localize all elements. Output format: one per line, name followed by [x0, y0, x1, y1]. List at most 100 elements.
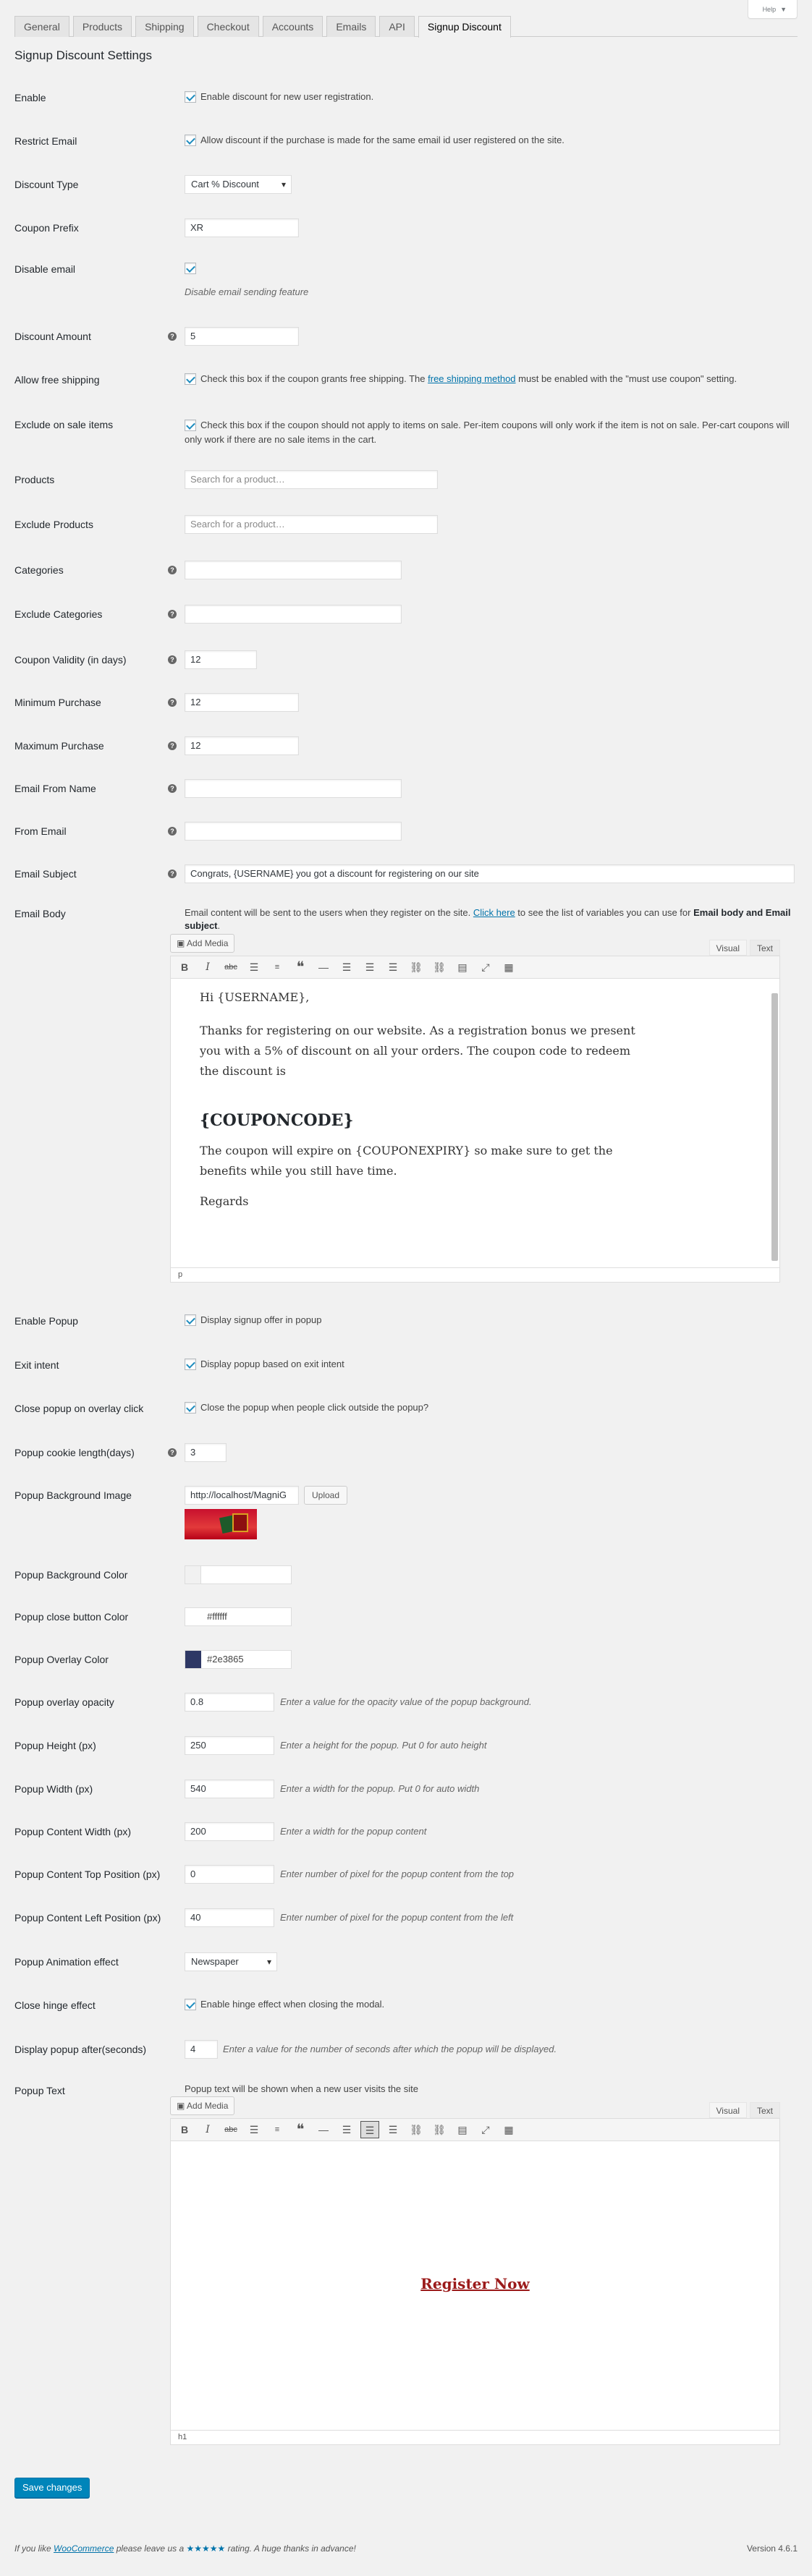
align-right-icon[interactable]: ☰ [384, 2121, 402, 2138]
numbered-list-icon[interactable]: ≡ [268, 2121, 287, 2138]
align-center-icon[interactable]: ☰ [360, 958, 379, 976]
coupon-prefix-input[interactable]: XR [185, 218, 299, 237]
align-center-icon[interactable]: ☰ [360, 2121, 379, 2138]
fullscreen-icon[interactable]: ⤢ [476, 2121, 495, 2138]
tab-general[interactable]: General [14, 16, 69, 37]
hinge-checkbox[interactable] [185, 1998, 196, 2010]
close-color-picker[interactable]: #ffffff [185, 1607, 292, 1626]
upload-button[interactable]: Upload [304, 1486, 348, 1505]
strikethrough-icon[interactable]: abc [221, 2121, 240, 2138]
toolbar-toggle-icon[interactable]: ▦ [499, 2121, 518, 2138]
woocommerce-link[interactable]: WooCommerce [54, 2543, 114, 2554]
enable-checkbox[interactable] [185, 90, 196, 103]
align-left-icon[interactable]: ☰ [337, 958, 356, 976]
email-body-content[interactable]: Hi {USERNAME}, Thanks for registering on… [170, 979, 780, 1268]
align-left-icon[interactable]: ☰ [337, 2121, 356, 2138]
popup-height-input[interactable]: 250 [185, 1736, 274, 1755]
cookie-length-input[interactable]: 3 [185, 1443, 227, 1462]
fullscreen-icon[interactable]: ⤢ [476, 958, 495, 976]
products-search-input[interactable]: Search for a product… [185, 470, 438, 489]
bg-color-picker[interactable] [185, 1565, 292, 1584]
variables-link[interactable]: Click here [473, 907, 515, 918]
add-media-button[interactable]: ▣ Add Media [170, 2096, 235, 2115]
help-tip-icon[interactable]: ? [168, 870, 177, 878]
blockquote-icon[interactable]: ❝ [291, 958, 310, 976]
add-media-button[interactable]: ▣ Add Media [170, 934, 235, 953]
help-tip-icon[interactable]: ? [168, 741, 177, 750]
animation-select[interactable]: Newspaper [185, 1952, 277, 1971]
strikethrough-icon[interactable]: abc [221, 958, 240, 976]
coupon-validity-input[interactable]: 12 [185, 650, 257, 669]
email-from-name-input[interactable] [185, 779, 402, 798]
align-right-icon[interactable]: ☰ [384, 958, 402, 976]
bullet-list-icon[interactable]: ☰ [245, 2121, 263, 2138]
overlay-color-picker[interactable]: #2e3865 [185, 1650, 292, 1669]
tab-api[interactable]: API [379, 16, 415, 37]
help-tip-icon[interactable]: ? [168, 610, 177, 619]
visual-tab[interactable]: Visual [709, 2102, 747, 2118]
overlay-opacity-input[interactable]: 0.8 [185, 1693, 274, 1712]
help-tip-icon[interactable]: ? [168, 566, 177, 574]
categories-input[interactable] [185, 561, 402, 579]
minimum-purchase-input[interactable]: 12 [185, 693, 299, 712]
popup-height-desc: Enter a height for the popup. Put 0 for … [280, 1740, 487, 1751]
read-more-icon[interactable]: ▤ [453, 958, 472, 976]
animation-value: Newspaper [191, 1956, 239, 1967]
horizontal-line-icon[interactable]: — [314, 2121, 333, 2138]
tab-emails[interactable]: Emails [326, 16, 376, 37]
horizontal-line-icon[interactable]: — [314, 958, 333, 976]
bold-icon[interactable]: B [175, 958, 194, 976]
exit-intent-checkbox[interactable] [185, 1358, 196, 1370]
free-shipping-checkbox[interactable] [185, 373, 196, 385]
display-after-input[interactable]: 4 [185, 2040, 218, 2059]
help-tip-icon[interactable]: ? [168, 698, 177, 707]
link-icon[interactable]: ⛓ [407, 2121, 426, 2138]
italic-icon[interactable]: I [198, 2121, 217, 2138]
bg-image-url-input[interactable]: http://localhost/MagniG [185, 1486, 299, 1505]
help-tip-icon[interactable]: ? [168, 1448, 177, 1457]
scrollbar[interactable] [771, 993, 778, 1261]
bullet-list-icon[interactable]: ☰ [245, 958, 263, 976]
free-shipping-link[interactable]: free shipping method [428, 373, 515, 384]
popup-width-input[interactable]: 540 [185, 1780, 274, 1798]
text-tab[interactable]: Text [749, 940, 780, 956]
read-more-icon[interactable]: ▤ [453, 2121, 472, 2138]
numbered-list-icon[interactable]: ≡ [268, 958, 287, 976]
unlink-icon[interactable]: ⛓ [430, 958, 449, 976]
bold-icon[interactable]: B [175, 2121, 194, 2138]
exclude-sale-checkbox[interactable] [185, 419, 196, 431]
tab-checkout[interactable]: Checkout [197, 16, 259, 37]
save-changes-button[interactable]: Save changes [14, 2478, 90, 2498]
italic-icon[interactable]: I [198, 958, 217, 976]
exclude-categories-input[interactable] [185, 605, 402, 624]
disable-email-checkbox[interactable] [185, 262, 196, 274]
enable-popup-checkbox[interactable] [185, 1314, 196, 1326]
toolbar-toggle-icon[interactable]: ▦ [499, 958, 518, 976]
blockquote-icon[interactable]: ❝ [291, 2121, 310, 2138]
tab-products[interactable]: Products [72, 16, 132, 37]
content-width-input[interactable]: 200 [185, 1822, 274, 1841]
help-tip-icon[interactable]: ? [168, 655, 177, 664]
tab-accounts[interactable]: Accounts [262, 16, 323, 37]
link-icon[interactable]: ⛓ [407, 958, 426, 976]
maximum-purchase-input[interactable]: 12 [185, 736, 299, 755]
help-tip-icon[interactable]: ? [168, 827, 177, 836]
content-top-input[interactable]: 0 [185, 1865, 274, 1884]
discount-amount-input[interactable]: 5 [185, 327, 299, 346]
rating-stars-icon[interactable]: ★★★★★ [186, 2543, 225, 2554]
tab-signup-discount[interactable]: Signup Discount [418, 16, 511, 38]
discount-type-select[interactable]: Cart % Discount [185, 175, 292, 194]
visual-tab[interactable]: Visual [709, 940, 747, 956]
popup-text-content[interactable]: Register Now [170, 2141, 780, 2431]
close-overlay-checkbox[interactable] [185, 1401, 196, 1414]
exclude-products-search-input[interactable]: Search for a product… [185, 515, 438, 534]
content-left-input[interactable]: 40 [185, 1908, 274, 1927]
text-tab[interactable]: Text [749, 2102, 780, 2118]
email-subject-input[interactable]: Congrats, {USERNAME} you got a discount … [185, 864, 795, 883]
from-email-input[interactable] [185, 822, 402, 841]
help-tip-icon[interactable]: ? [168, 784, 177, 793]
help-tip-icon[interactable]: ? [168, 332, 177, 341]
tab-shipping[interactable]: Shipping [135, 16, 194, 37]
restrict-email-checkbox[interactable] [185, 134, 196, 146]
unlink-icon[interactable]: ⛓ [430, 2121, 449, 2138]
